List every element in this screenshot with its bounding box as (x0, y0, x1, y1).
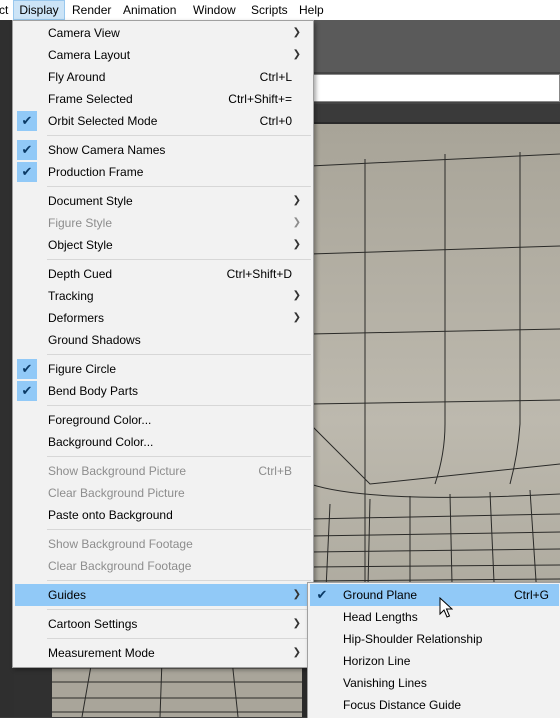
menu-item-bend-body-parts[interactable]: ✔ Bend Body Parts (15, 380, 309, 402)
menu-item-guides[interactable]: Guides ❯ (15, 584, 309, 606)
menu-window[interactable]: Window (193, 0, 236, 20)
menu-separator (47, 529, 311, 530)
menu-item-ground-plane[interactable]: ✔ Ground Plane Ctrl+G (310, 584, 559, 606)
menu-item-frame-selected[interactable]: Frame Selected Ctrl+Shift+= (15, 88, 309, 110)
chevron-right-icon: ❯ (292, 217, 301, 228)
menu-item-horizon-line[interactable]: Horizon Line (310, 650, 559, 672)
menu-item-ground-shadows[interactable]: Ground Shadows (15, 329, 309, 351)
guides-submenu: ✔ Ground Plane Ctrl+G Head Lengths Hip-S… (307, 582, 560, 718)
menu-separator (47, 609, 311, 610)
menu-item-paste-onto-background[interactable]: Paste onto Background (15, 504, 309, 526)
menu-animation[interactable]: Animation (123, 0, 176, 20)
menu-item-measurement-mode[interactable]: Measurement Mode ❯ (15, 642, 309, 664)
checkmark-icon: ✔ (17, 140, 37, 160)
chevron-right-icon: ❯ (292, 49, 301, 60)
menu-item-camera-layout[interactable]: Camera Layout ❯ (15, 44, 309, 66)
display-menu: Camera View ❯ Camera Layout ❯ Fly Around… (12, 20, 314, 668)
menu-item-background-color[interactable]: Background Color... (15, 431, 309, 453)
menu-separator (47, 638, 311, 639)
menu-separator (47, 405, 311, 406)
menu-item-figure-style[interactable]: Figure Style ❯ (15, 212, 309, 234)
menu-select-partial[interactable]: ct (0, 0, 8, 20)
menu-item-clear-background-picture[interactable]: Clear Background Picture (15, 482, 309, 504)
menu-item-deformers[interactable]: Deformers ❯ (15, 307, 309, 329)
menu-separator (47, 354, 311, 355)
menu-item-show-background-footage[interactable]: Show Background Footage (15, 533, 309, 555)
chevron-right-icon: ❯ (292, 239, 301, 250)
chevron-right-icon: ❯ (292, 195, 301, 206)
menu-item-document-style[interactable]: Document Style ❯ (15, 190, 309, 212)
menu-item-clear-background-footage[interactable]: Clear Background Footage (15, 555, 309, 577)
menu-item-orbit-selected-mode[interactable]: ✔ Orbit Selected Mode Ctrl+0 (15, 110, 309, 132)
document-viewport-lower (52, 660, 302, 717)
menu-separator (47, 186, 311, 187)
menu-item-head-lengths[interactable]: Head Lengths (310, 606, 559, 628)
menu-separator (47, 259, 311, 260)
menu-help[interactable]: Help (299, 0, 324, 20)
menu-display[interactable]: Display (13, 0, 65, 20)
menu-item-depth-cued[interactable]: Depth Cued Ctrl+Shift+D (15, 263, 309, 285)
menu-separator (47, 580, 311, 581)
menu-item-figure-circle[interactable]: ✔ Figure Circle (15, 358, 309, 380)
checkmark-icon: ✔ (17, 359, 37, 379)
menu-item-cartoon-settings[interactable]: Cartoon Settings ❯ (15, 613, 309, 635)
chevron-right-icon: ❯ (292, 290, 301, 301)
menu-item-foreground-color[interactable]: Foreground Color... (15, 409, 309, 431)
checkmark-icon: ✔ (17, 162, 37, 182)
checkmark-icon: ✔ (17, 111, 37, 131)
menu-item-camera-view[interactable]: Camera View ❯ (15, 22, 309, 44)
menu-item-show-background-picture[interactable]: Show Background Picture Ctrl+B (15, 460, 309, 482)
chevron-right-icon: ❯ (292, 589, 301, 600)
left-panel-lower (14, 660, 52, 717)
checkmark-icon: ✔ (316, 587, 328, 602)
menu-item-vanishing-lines[interactable]: Vanishing Lines (310, 672, 559, 694)
viewport-header (300, 104, 560, 122)
menu-item-focus-distance-guide[interactable]: Focus Distance Guide (310, 694, 559, 716)
menu-bar: ct Display Render Animation Window Scrip… (0, 0, 560, 21)
mouse-pointer-icon (439, 597, 453, 618)
menu-separator (47, 456, 311, 457)
chevron-right-icon: ❯ (292, 312, 301, 323)
document-title-bar (300, 74, 560, 102)
menu-separator (47, 135, 311, 136)
chevron-right-icon: ❯ (292, 27, 301, 38)
checkmark-icon: ✔ (17, 381, 37, 401)
menu-item-hip-shoulder-relationship[interactable]: Hip-Shoulder Relationship (310, 628, 559, 650)
menu-scripts[interactable]: Scripts (251, 0, 288, 20)
menu-item-show-camera-names[interactable]: ✔ Show Camera Names (15, 139, 309, 161)
chevron-right-icon: ❯ (292, 647, 301, 658)
menu-item-tracking[interactable]: Tracking ❯ (15, 285, 309, 307)
menu-item-fly-around[interactable]: Fly Around Ctrl+L (15, 66, 309, 88)
menu-item-production-frame[interactable]: ✔ Production Frame (15, 161, 309, 183)
menu-render[interactable]: Render (72, 0, 111, 20)
chevron-right-icon: ❯ (292, 618, 301, 629)
menu-item-object-style[interactable]: Object Style ❯ (15, 234, 309, 256)
